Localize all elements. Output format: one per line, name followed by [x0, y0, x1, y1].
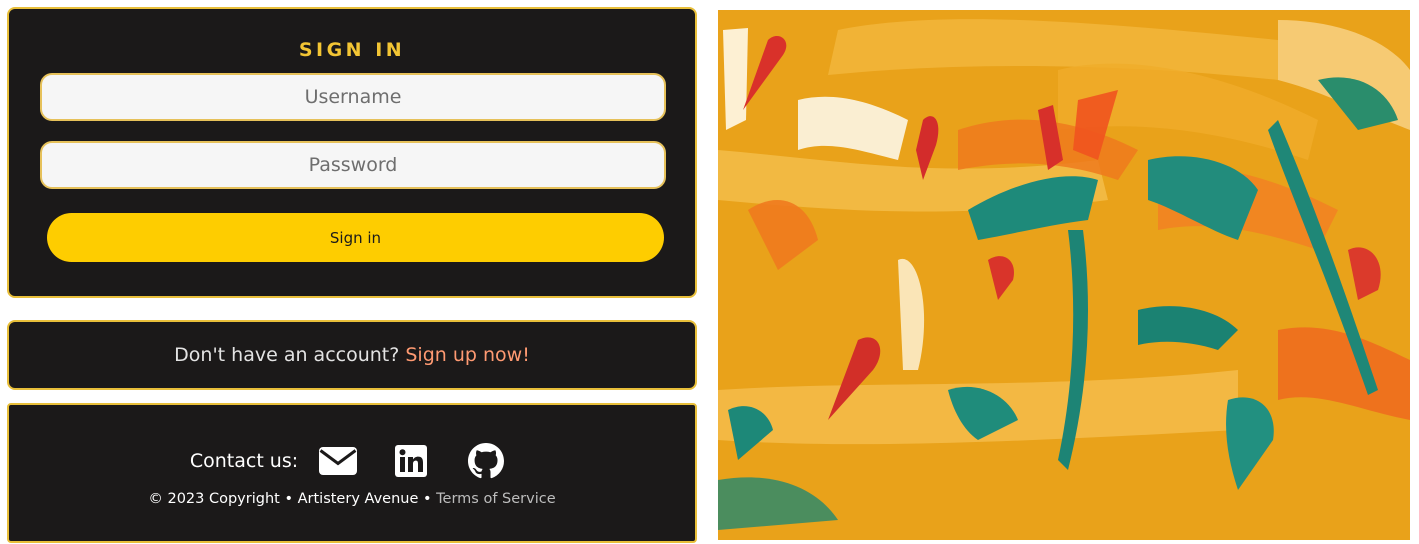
github-icon[interactable] [468, 443, 505, 479]
signin-panel: SIGN IN Sign in [7, 7, 697, 298]
signup-prompt: Don't have an account? Sign up now! [174, 344, 530, 366]
contact-label: Contact us: [189, 450, 299, 472]
linkedin-icon[interactable] [394, 444, 428, 478]
envelope-icon[interactable] [318, 443, 358, 479]
copyright-line: © 2023 Copyright • Artistery Avenue • Te… [9, 491, 695, 507]
signup-panel: Don't have an account? Sign up now! [7, 320, 697, 390]
signin-button[interactable]: Sign in [47, 213, 664, 262]
abstract-painting-image [718, 10, 1410, 540]
username-input[interactable] [40, 73, 666, 121]
password-input[interactable] [40, 141, 666, 189]
footer: Contact us: © 2023 Copyright • Artistery… [7, 403, 697, 543]
signup-link[interactable]: Sign up now! [405, 344, 529, 366]
terms-of-service-link[interactable]: Terms of Service [436, 491, 555, 507]
contact-row: Contact us: [9, 443, 695, 479]
signup-prompt-text: Don't have an account? [174, 344, 400, 366]
copyright-text: © 2023 Copyright • Artistery Avenue • [148, 491, 432, 507]
signin-title: SIGN IN [298, 39, 406, 61]
